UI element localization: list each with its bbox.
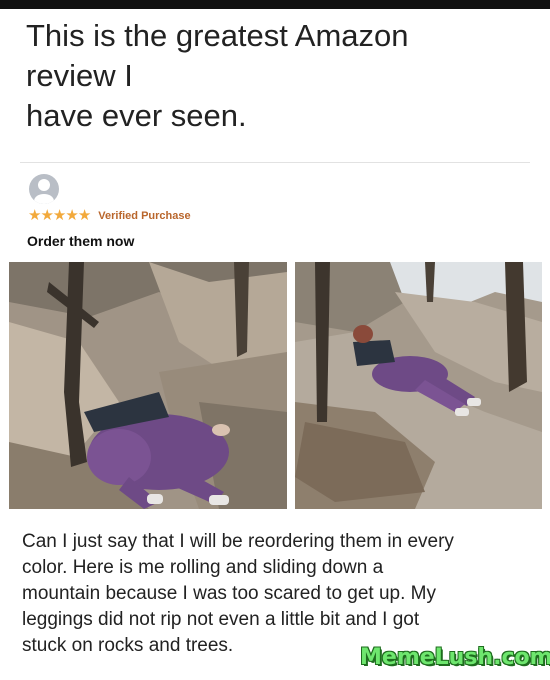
star-icon: ★ bbox=[40, 207, 54, 224]
review-body-line: color. Here is me rolling and sliding do… bbox=[22, 557, 384, 578]
headline-line: This is the greatest Amazon bbox=[26, 18, 409, 53]
review-body-line: mountain because I was too scared to get… bbox=[22, 583, 437, 604]
divider bbox=[20, 162, 530, 163]
star-icon: ★ bbox=[77, 207, 92, 224]
review-photo-2 bbox=[295, 262, 542, 509]
star-rating: ★ ★ ★ ★ ★ bbox=[28, 207, 92, 224]
photo-scene bbox=[295, 262, 542, 509]
avatar bbox=[29, 174, 59, 204]
user-icon bbox=[34, 179, 54, 204]
star-icon: ★ bbox=[52, 207, 67, 224]
headline-line: have ever seen. bbox=[26, 98, 247, 133]
review-rating: ★ ★ ★ ★ ★ Verified Purchase bbox=[28, 208, 191, 223]
verified-purchase-badge: Verified Purchase bbox=[98, 209, 191, 222]
review-title: Order them now bbox=[27, 233, 135, 249]
top-border bbox=[0, 0, 550, 9]
review-body: Can I just say that I will be reordering… bbox=[22, 529, 532, 659]
star-icon: ★ bbox=[65, 207, 79, 224]
headline-line: review I bbox=[26, 58, 133, 93]
meme-headline: This is the greatest Amazon review I hav… bbox=[26, 16, 526, 136]
watermark: MemeLush.com bbox=[360, 645, 550, 670]
photo-scene bbox=[9, 262, 287, 509]
star-icon: ★ bbox=[28, 207, 42, 224]
review-body-line: leggings did not rip not even a little b… bbox=[22, 609, 420, 630]
review-photo-1 bbox=[9, 262, 287, 509]
review-body-line: Can I just say that I will be reordering… bbox=[22, 531, 454, 552]
